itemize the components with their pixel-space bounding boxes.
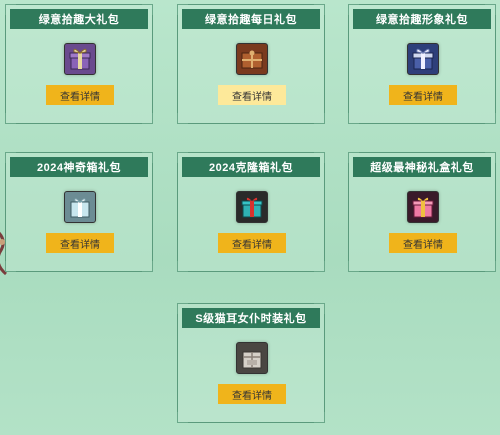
gift-card-title: 绿意拾趣每日礼包: [182, 9, 320, 29]
gift-card-title: 超级最神秘礼盒礼包: [353, 157, 491, 177]
view-details-button[interactable]: 查看详情: [46, 233, 114, 253]
teal-red-gift-box-icon: [236, 191, 268, 223]
grey-package-icon: [236, 342, 268, 374]
silver-gift-box-icon: [64, 191, 96, 223]
view-details-button[interactable]: 查看详情: [218, 85, 286, 105]
gift-card-title: 2024神奇箱礼包: [10, 157, 148, 177]
gift-card-title: 2024克隆箱礼包: [182, 157, 320, 177]
gift-card-6: 超级最神秘礼盒礼包 查看详情: [348, 152, 496, 272]
view-details-button[interactable]: 查看详情: [389, 233, 457, 253]
gift-card-4: 2024神奇箱礼包 查看详情: [5, 152, 153, 272]
pink-gift-box-icon: [407, 191, 439, 223]
view-details-button[interactable]: 查看详情: [46, 85, 114, 105]
gift-card-2: 绿意拾趣每日礼包 查看详情: [177, 4, 325, 124]
brown-box-gift-icon: [236, 43, 268, 75]
gift-card-1: 绿意拾趣大礼包 查看详情: [5, 4, 153, 124]
gift-card-5: 2024克隆箱礼包 查看详情: [177, 152, 325, 272]
blue-ribbon-gift-icon: [407, 43, 439, 75]
gift-card-title: 绿意拾趣形象礼包: [353, 9, 491, 29]
gift-card-3: 绿意拾趣形象礼包 查看详情: [348, 4, 496, 124]
view-details-button[interactable]: 查看详情: [218, 233, 286, 253]
gift-card-7: S级猫耳女仆时装礼包 查看详情: [177, 303, 325, 423]
view-details-button[interactable]: 查看详情: [218, 384, 286, 404]
gift-card-title: 绿意拾趣大礼包: [10, 9, 148, 29]
gift-card-title: S级猫耳女仆时装礼包: [182, 308, 320, 328]
purple-ribbon-gift-icon: [64, 43, 96, 75]
view-details-button[interactable]: 查看详情: [389, 85, 457, 105]
